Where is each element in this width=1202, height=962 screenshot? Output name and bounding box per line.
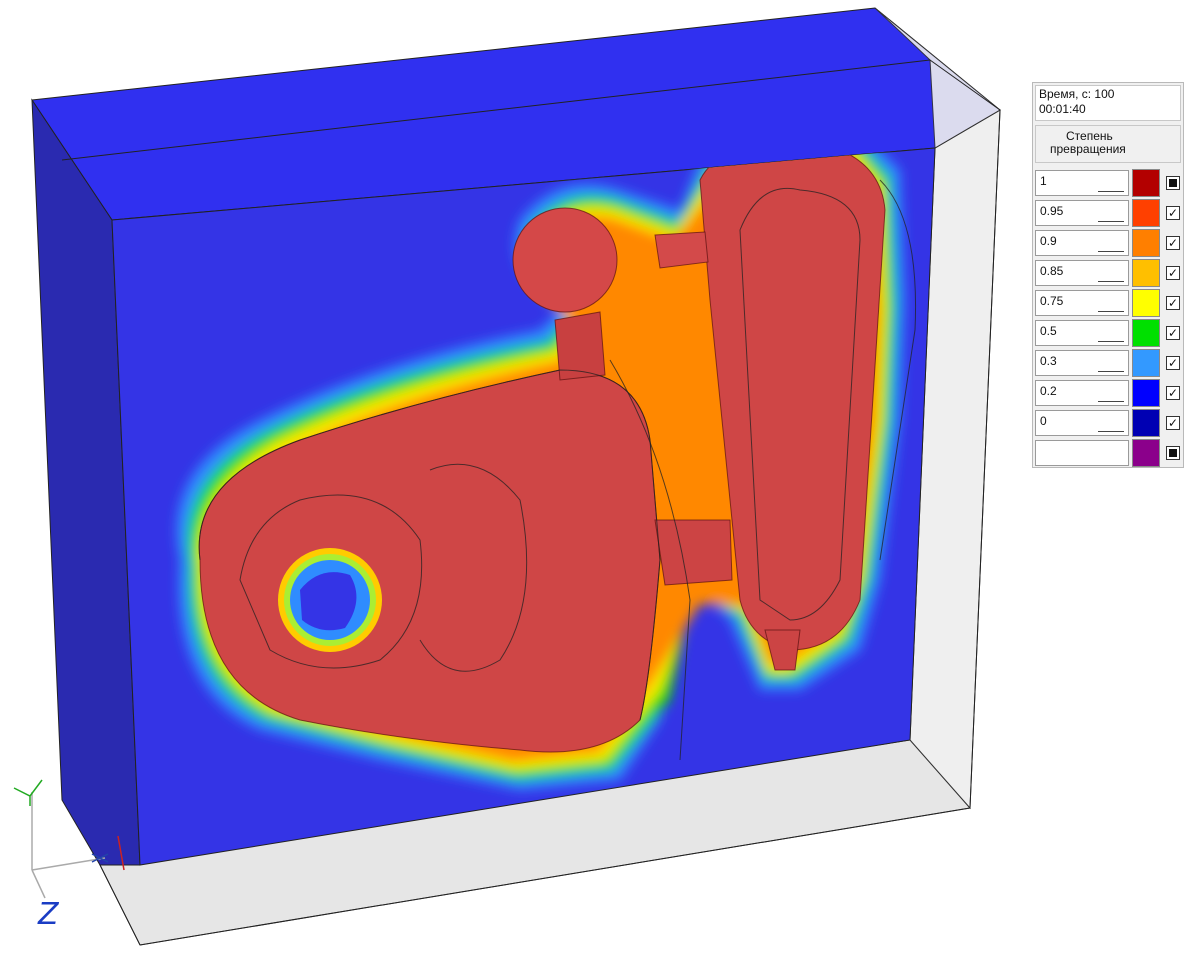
- legend-row: 0.2 ✓: [1035, 379, 1183, 407]
- legend-value-text: 0.95: [1040, 204, 1064, 218]
- legend-row: 0.5 ✓: [1035, 319, 1183, 347]
- legend-value-field[interactable]: [1035, 440, 1129, 466]
- legend-value-field[interactable]: 0.9: [1035, 230, 1129, 256]
- checkbox-checked-icon[interactable]: ✓: [1166, 416, 1180, 430]
- value-underline: [1098, 311, 1124, 312]
- legend-value-text: 0.2: [1040, 384, 1057, 398]
- legend-value-field[interactable]: 1: [1035, 170, 1129, 196]
- color-swatch[interactable]: [1132, 259, 1160, 287]
- legend-value-text: 0.85: [1040, 264, 1064, 278]
- time-seconds: Время, с: 100: [1039, 87, 1115, 101]
- 3d-viewport[interactable]: Z: [0, 0, 1202, 962]
- checkbox-checked-icon[interactable]: ✓: [1166, 326, 1180, 340]
- legend-row: 0 ✓: [1035, 409, 1183, 437]
- legend-row: 1: [1035, 169, 1183, 197]
- square-checkbox-icon[interactable]: [1166, 176, 1180, 190]
- legend-value-field[interactable]: 0.3: [1035, 350, 1129, 376]
- legend-row: 0.95 ✓: [1035, 199, 1183, 227]
- value-underline: [1098, 281, 1124, 282]
- time-clock: 00:01:40: [1039, 102, 1086, 116]
- legend-value-text: 1: [1040, 174, 1047, 188]
- legend-row: 0.75 ✓: [1035, 289, 1183, 317]
- checkbox-checked-icon[interactable]: ✓: [1166, 386, 1180, 400]
- color-swatch[interactable]: [1132, 289, 1160, 317]
- legend-value-field[interactable]: 0.85: [1035, 260, 1129, 286]
- legend-value-text: 0.5: [1040, 324, 1057, 338]
- color-swatch[interactable]: [1132, 169, 1160, 197]
- value-underline: [1098, 191, 1124, 192]
- color-swatch[interactable]: [1132, 199, 1160, 227]
- legend-value-field[interactable]: 0.95: [1035, 200, 1129, 226]
- legend-row: 0.9 ✓: [1035, 229, 1183, 257]
- legend-value-field[interactable]: 0.2: [1035, 380, 1129, 406]
- color-swatch[interactable]: [1132, 379, 1160, 407]
- legend-value-text: 0.3: [1040, 354, 1057, 368]
- legend-title: Степень превращения: [1035, 125, 1181, 163]
- checkbox-checked-icon[interactable]: ✓: [1166, 266, 1180, 280]
- legend-value-text: 0: [1040, 414, 1047, 428]
- value-underline: [1098, 251, 1124, 252]
- square-checkbox-icon[interactable]: [1166, 446, 1180, 460]
- color-swatch[interactable]: [1132, 319, 1160, 347]
- legend-row: [1035, 439, 1183, 467]
- color-swatch[interactable]: [1132, 409, 1160, 437]
- legend-row: 0.3 ✓: [1035, 349, 1183, 377]
- color-swatch[interactable]: [1132, 439, 1160, 467]
- ring-hole: [278, 548, 382, 652]
- checkbox-checked-icon[interactable]: ✓: [1166, 296, 1180, 310]
- axis-z-label: Z: [37, 897, 60, 932]
- checkbox-checked-icon[interactable]: ✓: [1166, 236, 1180, 250]
- legend-value-field[interactable]: 0.5: [1035, 320, 1129, 346]
- legend-value-field[interactable]: 0: [1035, 410, 1129, 436]
- value-underline: [1098, 221, 1124, 222]
- legend-row: 0.85 ✓: [1035, 259, 1183, 287]
- checkbox-checked-icon[interactable]: ✓: [1166, 356, 1180, 370]
- color-swatch[interactable]: [1132, 229, 1160, 257]
- legend-value-field[interactable]: 0.75: [1035, 290, 1129, 316]
- value-underline: [1098, 431, 1124, 432]
- value-underline: [1098, 401, 1124, 402]
- value-underline: [1098, 341, 1124, 342]
- value-underline: [1098, 371, 1124, 372]
- time-readout: Время, с: 100 00:01:40: [1035, 85, 1181, 121]
- legend-value-text: 0.75: [1040, 294, 1064, 308]
- color-swatch[interactable]: [1132, 349, 1160, 377]
- legend-title-line2: превращения: [1050, 142, 1126, 156]
- checkbox-checked-icon[interactable]: ✓: [1166, 206, 1180, 220]
- legend-panel: Время, с: 100 00:01:40 Степень превращен…: [1032, 82, 1184, 468]
- legend-value-text: 0.9: [1040, 234, 1057, 248]
